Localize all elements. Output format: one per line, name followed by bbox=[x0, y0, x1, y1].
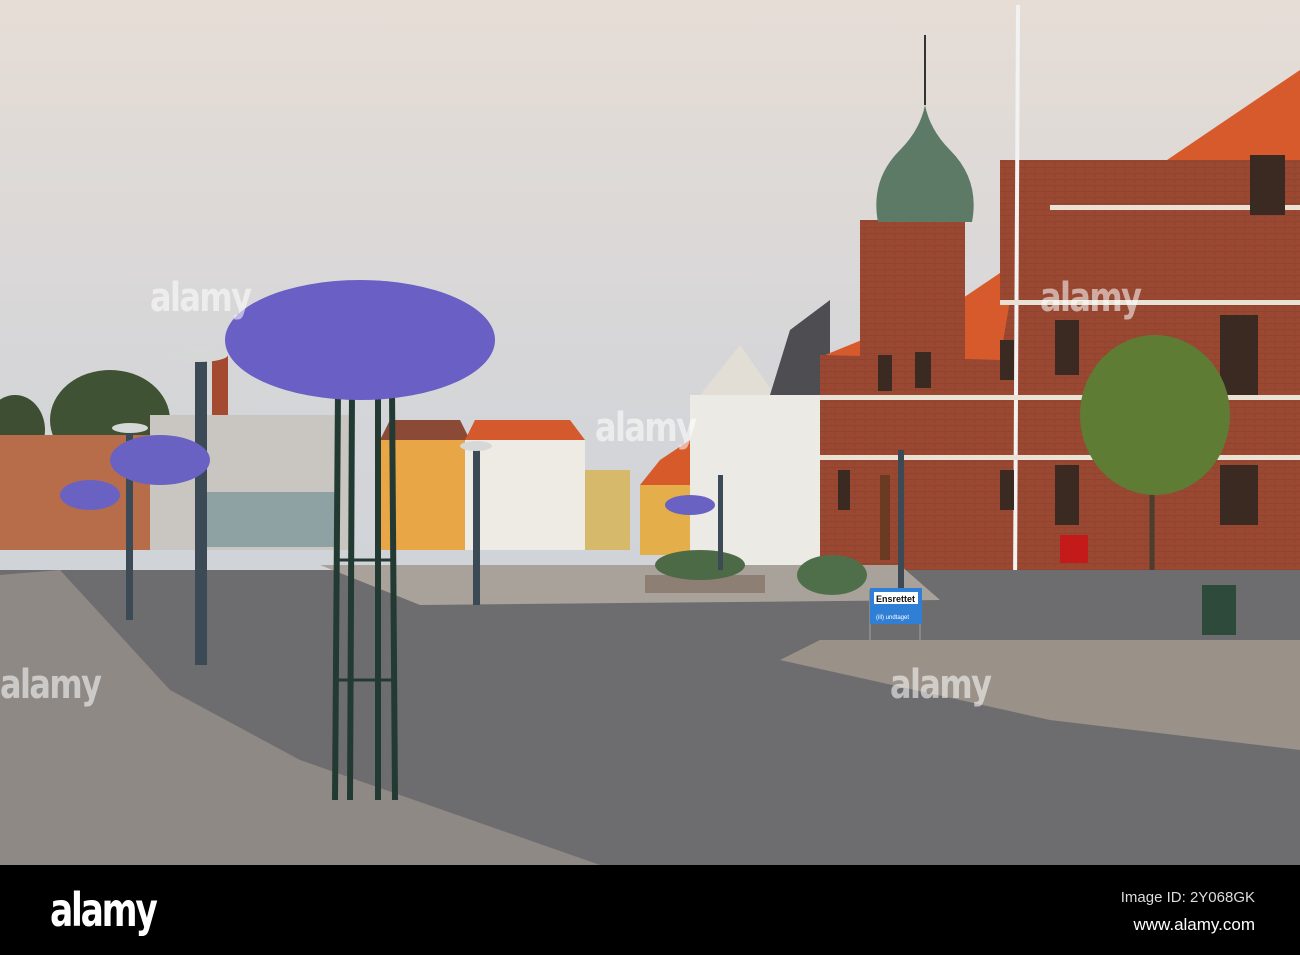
mailbox bbox=[1060, 535, 1088, 563]
stock-photo: Ensrettet (ill) undtaget alamy alamy ala… bbox=[0, 0, 1300, 955]
white-house bbox=[465, 440, 585, 550]
flower-basket bbox=[60, 480, 120, 510]
watermark: alamy bbox=[1040, 275, 1142, 321]
watermark: alamy bbox=[595, 405, 697, 451]
flower-basket bbox=[110, 435, 210, 485]
flower-bed bbox=[797, 555, 867, 595]
building bbox=[585, 470, 630, 550]
tower bbox=[860, 220, 965, 590]
roof bbox=[465, 420, 585, 440]
white-building bbox=[690, 395, 830, 565]
sign-subtext: (ill) undtaget bbox=[876, 615, 909, 621]
footer-bar: alamy Image ID: 2Y068GK www.alamy.com bbox=[0, 865, 1300, 955]
flower-basket bbox=[665, 495, 715, 515]
tower bbox=[212, 355, 228, 415]
watermark: alamy bbox=[0, 662, 102, 708]
alamy-logo: alamy bbox=[50, 883, 158, 937]
flower-bed bbox=[655, 550, 745, 580]
flower-basket bbox=[225, 280, 495, 400]
site-url: www.alamy.com bbox=[1133, 915, 1255, 934]
watermark: alamy bbox=[890, 662, 992, 708]
image-id: Image ID: 2Y068GK bbox=[1120, 889, 1255, 906]
tree bbox=[1080, 335, 1230, 495]
glass-pavilion bbox=[205, 492, 335, 547]
trash-bin bbox=[1202, 585, 1236, 635]
watermark: alamy bbox=[150, 275, 252, 321]
sign-text: Ensrettet bbox=[876, 594, 915, 604]
